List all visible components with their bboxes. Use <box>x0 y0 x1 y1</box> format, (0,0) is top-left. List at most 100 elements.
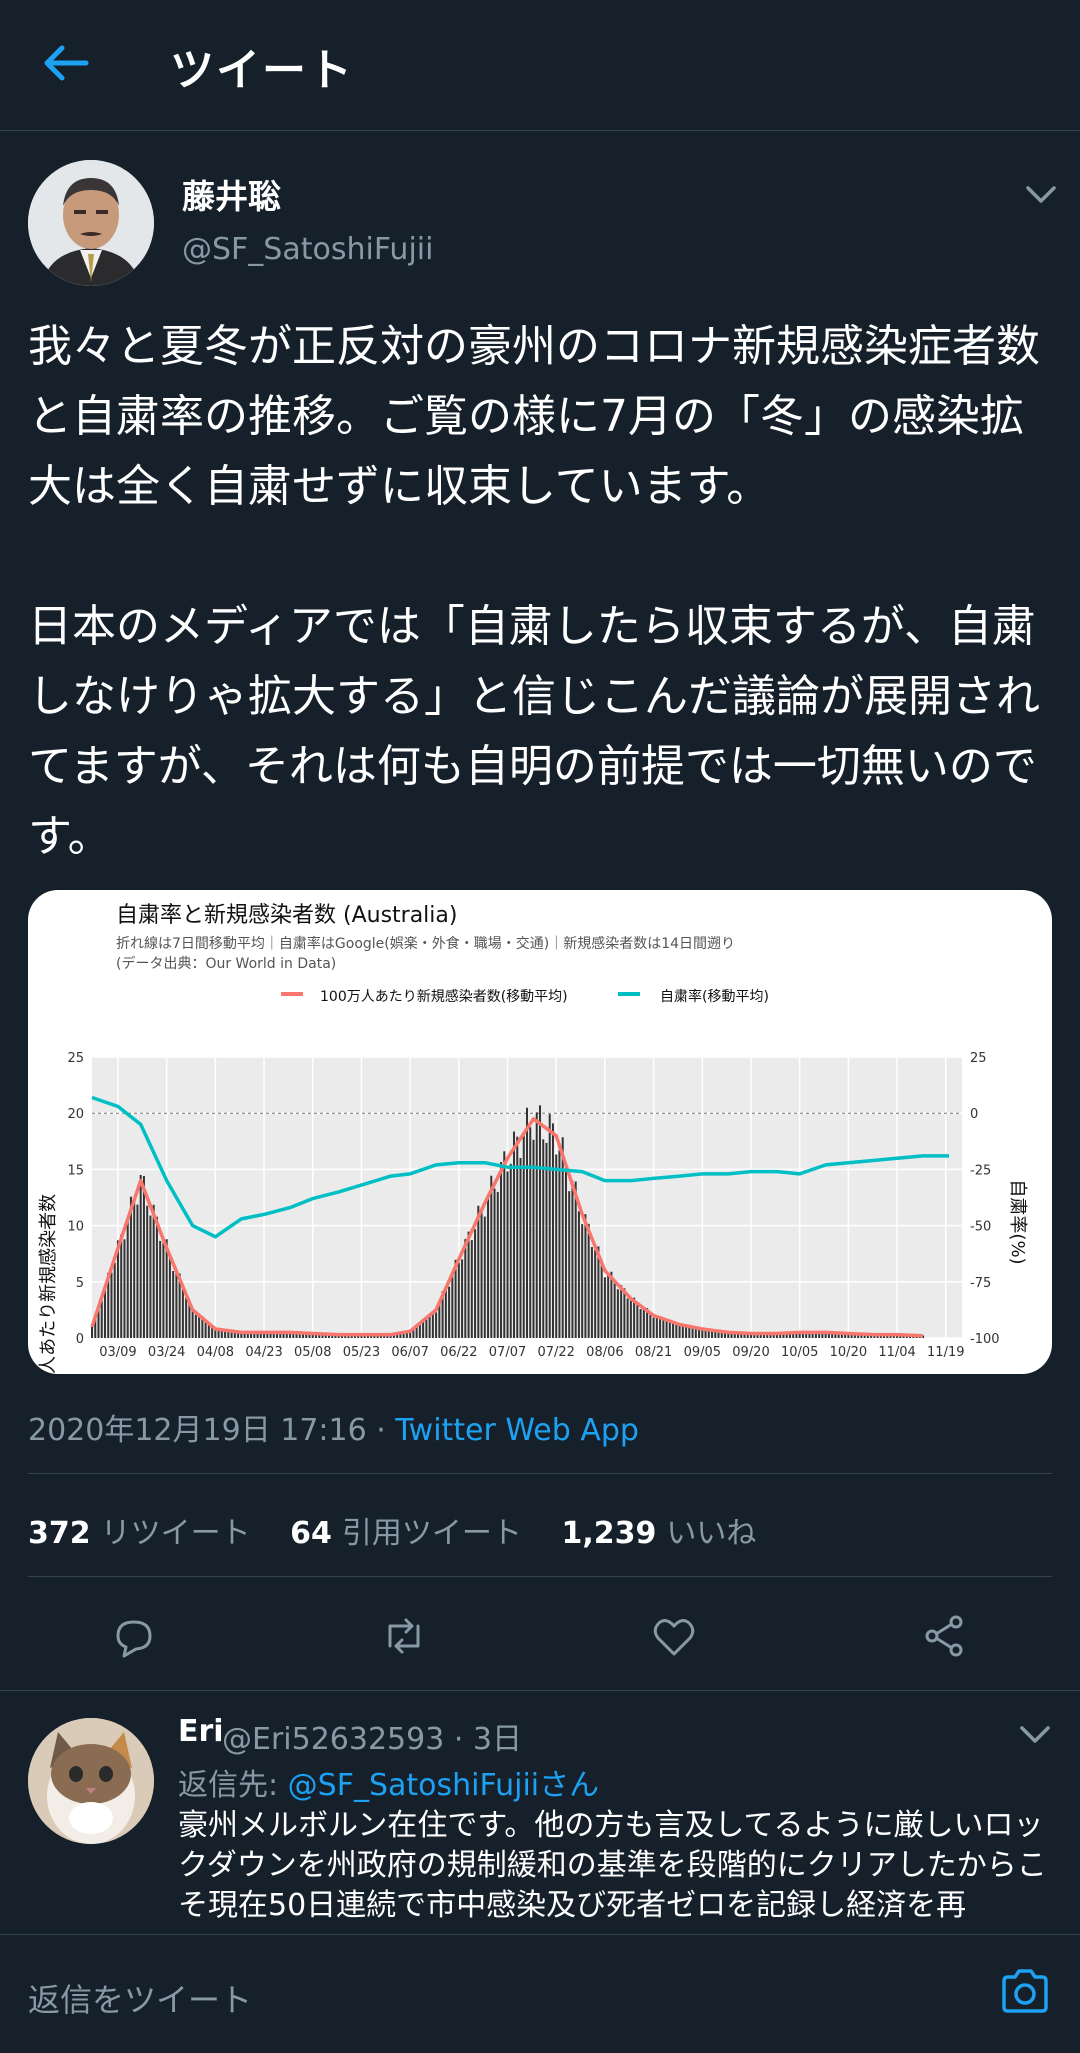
case-bar <box>652 1317 655 1338</box>
x-tick-label: 09/20 <box>732 1345 769 1360</box>
case-bar <box>685 1325 688 1338</box>
case-bar <box>629 1300 632 1338</box>
reply-to-handle-link[interactable]: @SF_SatoshiFujiiさん <box>288 1768 599 1803</box>
y-tick-left: 10 <box>67 1220 84 1235</box>
case-bar <box>120 1234 123 1338</box>
x-tick-label: 06/07 <box>391 1345 428 1360</box>
y-tick-left: 25 <box>67 1051 84 1066</box>
reply-handle-time[interactable]: @Eri52632593 · 3日 <box>222 1714 522 1758</box>
case-bar <box>571 1180 574 1338</box>
chart-source: (データ出典：Our World in Data) <box>116 955 336 972</box>
case-bar <box>152 1204 155 1338</box>
x-tick-label: 07/22 <box>537 1345 574 1360</box>
case-bar <box>532 1139 535 1338</box>
reply-avatar[interactable] <box>28 1718 154 1844</box>
legend-label-restraint: 自粛率(移動平均) <box>660 988 769 1005</box>
case-bar <box>509 1163 512 1338</box>
case-bar <box>642 1308 645 1338</box>
case-bar <box>688 1327 691 1338</box>
case-bar <box>461 1259 464 1338</box>
case-bar <box>701 1329 704 1338</box>
case-bar <box>136 1204 139 1338</box>
case-bar <box>477 1205 480 1338</box>
case-bar <box>490 1175 493 1338</box>
x-tick-label: 03/09 <box>99 1345 136 1360</box>
case-bar <box>159 1240 162 1338</box>
case-bar <box>639 1309 642 1338</box>
share-icon[interactable] <box>920 1612 968 1660</box>
x-tick-label: 10/20 <box>830 1345 867 1360</box>
y-axis-left-label: 100万人あたり新規感染者数 <box>38 1194 59 1374</box>
case-bar <box>600 1261 603 1338</box>
chevron-down-icon[interactable] <box>1024 182 1058 206</box>
divider <box>0 1690 1080 1691</box>
case-bar <box>535 1112 538 1338</box>
author-handle[interactable]: @SF_SatoshiFujii <box>182 232 433 267</box>
tweet-timestamp[interactable]: 2020年12月19日 17:16 <box>28 1413 367 1448</box>
case-bar <box>519 1157 522 1338</box>
case-bar <box>623 1288 626 1338</box>
tweet-image-chart[interactable]: 自粛率と新規感染者数 (Australia) 折れ線は7日間移動平均｜自粛率はG… <box>28 890 1052 1374</box>
author-name[interactable]: 藤井聡 <box>182 170 281 218</box>
reply-input-placeholder[interactable]: 返信をツイート <box>28 1975 252 2021</box>
case-bar <box>564 1165 567 1338</box>
x-tick-label: 04/08 <box>197 1345 234 1360</box>
case-bar <box>513 1131 516 1338</box>
case-bar <box>110 1272 113 1338</box>
case-bar <box>474 1229 477 1338</box>
case-bar <box>123 1239 126 1338</box>
case-bar <box>584 1214 587 1338</box>
case-bar <box>448 1286 451 1338</box>
case-bar <box>198 1316 201 1338</box>
chart-title: 自粛率と新規感染者数 (Australia) <box>116 903 457 928</box>
x-tick-label: 03/24 <box>148 1345 185 1360</box>
like-icon[interactable] <box>650 1612 698 1660</box>
legend-swatch-restraint <box>618 992 640 996</box>
case-bar <box>577 1211 580 1338</box>
divider <box>28 1473 1052 1474</box>
case-bar <box>168 1255 171 1338</box>
meta-separator: · <box>366 1413 396 1448</box>
case-bar <box>155 1216 158 1338</box>
client-app-link[interactable]: Twitter Web App <box>395 1413 639 1448</box>
back-arrow-icon[interactable] <box>40 38 90 88</box>
reply-to-label: 返信先: <box>178 1768 279 1803</box>
reply-text: 豪州メルボルン在住です。他の方も言及してるように厳しいロックダウンを州政府の規制… <box>178 1808 1047 1923</box>
case-bar <box>175 1269 178 1338</box>
case-bar <box>655 1315 658 1338</box>
y-tick-right: -75 <box>970 1276 991 1291</box>
author-avatar[interactable] <box>28 160 154 286</box>
case-bar <box>558 1150 561 1338</box>
case-bar <box>470 1240 473 1338</box>
case-bar <box>555 1154 558 1338</box>
top-bar: ツイート <box>0 0 1080 131</box>
case-bar <box>506 1171 509 1338</box>
case-bar <box>581 1224 584 1338</box>
case-bar <box>493 1188 496 1338</box>
case-bar <box>620 1285 623 1338</box>
case-bar <box>603 1277 606 1338</box>
case-bar <box>529 1127 532 1338</box>
chevron-down-icon[interactable] <box>1018 1722 1052 1746</box>
retweet-icon[interactable] <box>380 1612 428 1660</box>
reply-composer[interactable]: 返信をツイート <box>0 1934 1080 2053</box>
case-bar <box>422 1321 425 1338</box>
case-bar <box>467 1231 470 1338</box>
reply-to-line: 返信先: @SF_SatoshiFujiiさん <box>178 1760 599 1804</box>
case-bar <box>142 1175 145 1338</box>
chart-svg: 自粛率と新規感染者数 (Australia) 折れ線は7日間移動平均｜自粛率はG… <box>38 903 1028 1374</box>
tweet-meta: 2020年12月19日 17:16 · Twitter Web App <box>28 1405 639 1449</box>
reply-author-name[interactable]: Eri <box>178 1714 224 1749</box>
case-bar <box>483 1216 486 1338</box>
case-bar <box>172 1270 175 1338</box>
x-tick-label: 04/23 <box>245 1345 282 1360</box>
case-bar <box>207 1324 210 1338</box>
like-count[interactable]: 1,239 いいね <box>561 1516 756 1551</box>
quote-count[interactable]: 64 引用ツイート <box>290 1516 522 1551</box>
legend-swatch-cases <box>281 992 303 996</box>
reply-icon[interactable] <box>110 1612 158 1660</box>
case-bar <box>487 1195 490 1338</box>
camera-icon[interactable] <box>1000 1969 1050 2013</box>
retweet-count[interactable]: 372 リツイート <box>28 1516 251 1551</box>
case-bar <box>626 1298 629 1338</box>
